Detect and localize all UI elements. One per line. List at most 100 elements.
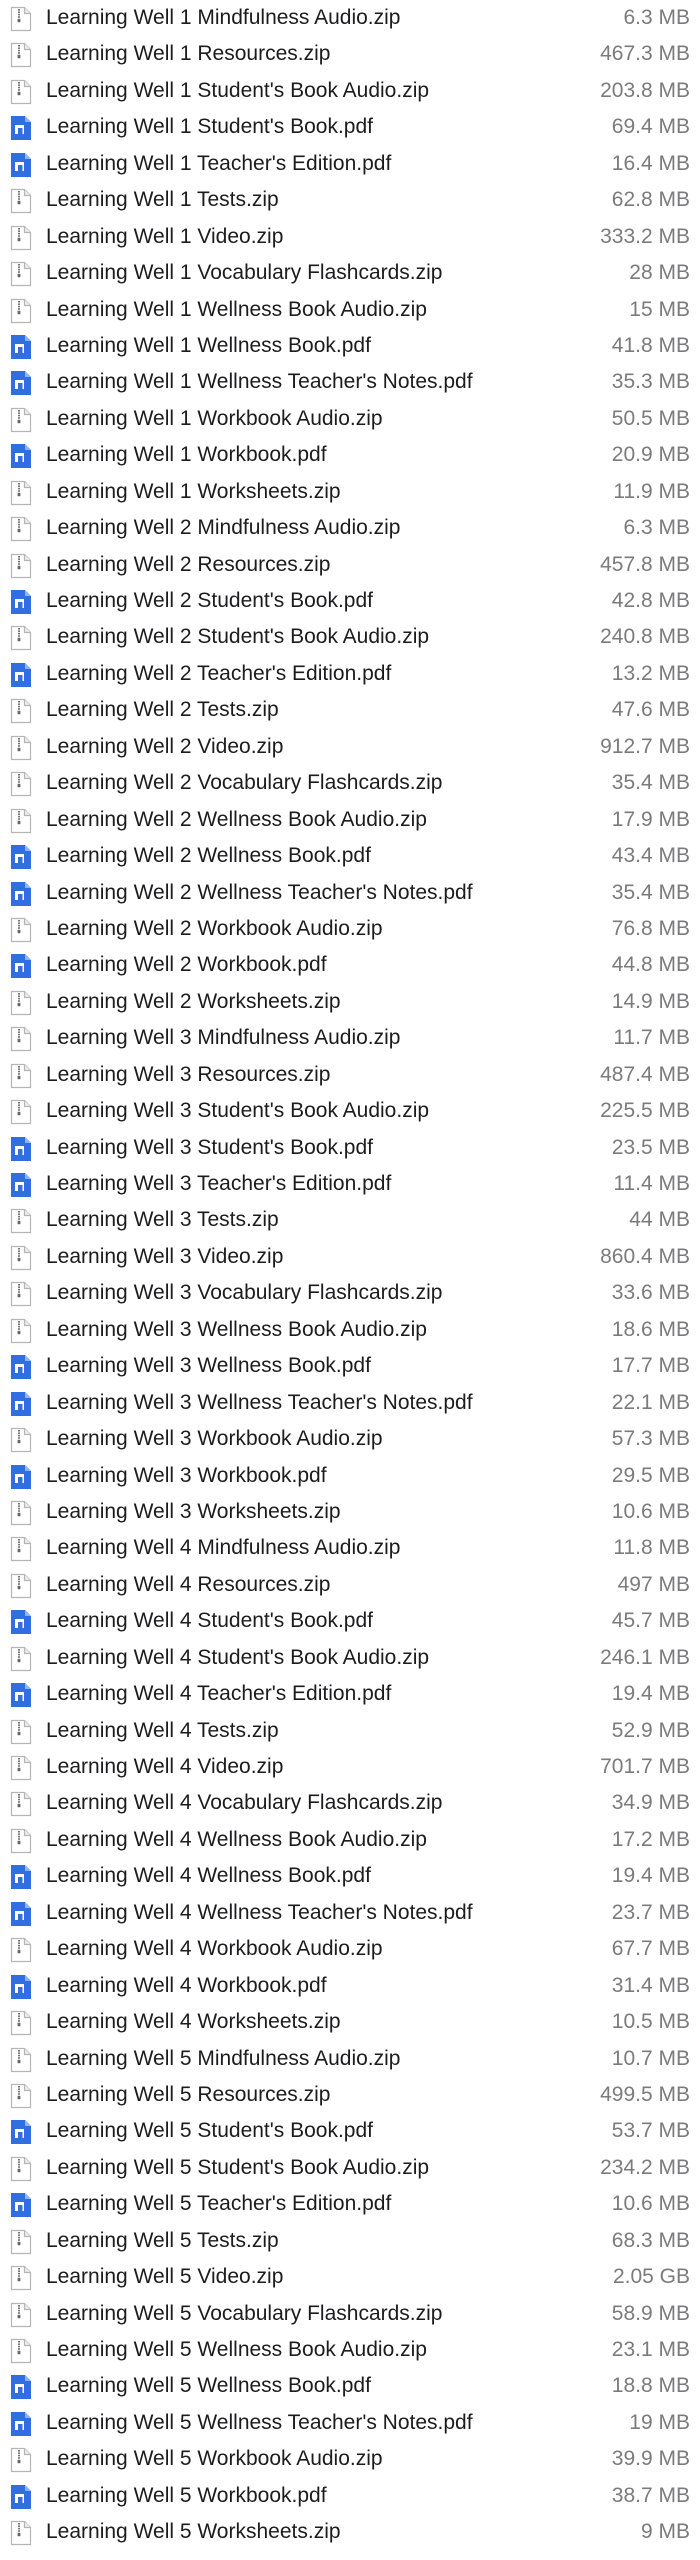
file-row[interactable]: Learning Well 2 Worksheets.zip 14.9 MB <box>0 984 700 1020</box>
file-size: 234.2 MB <box>600 2155 690 2179</box>
file-size: 35.3 MB <box>611 370 690 394</box>
file-size: 44 MB <box>629 1208 690 1232</box>
file-row[interactable]: Learning Well 3 Wellness Book Audio.zip 1… <box>0 1312 700 1348</box>
file-name: Learning Well 2 Tests.zip <box>46 698 279 722</box>
file-row[interactable]: Learning Well 2 Wellness Book Audio.zip 1… <box>0 802 700 838</box>
file-row[interactable]: Learning Well 4 Video.zip 701.7 MB <box>0 1749 700 1785</box>
file-row[interactable]: Learning Well 5 Student's Book.pdf 53.7 M… <box>0 2113 700 2149</box>
file-size: 28 MB <box>629 261 690 285</box>
file-row[interactable]: Learning Well 2 Wellness Teacher's Notes… <box>0 875 700 911</box>
zip-file-icon <box>10 990 32 1016</box>
file-row[interactable]: Learning Well 5 Wellness Teacher's Notes… <box>0 2405 700 2441</box>
file-name: Learning Well 2 Teacher's Edition.pdf <box>46 661 392 685</box>
file-row[interactable]: Learning Well 4 Wellness Book.pdf 19.4 MB <box>0 1858 700 1894</box>
file-row[interactable]: Learning Well 1 Tests.zip 62.8 MB <box>0 182 700 218</box>
file-row[interactable]: Learning Well 1 Wellness Book.pdf 41.8 MB <box>0 328 700 364</box>
file-row[interactable]: Learning Well 2 Student's Book.pdf 42.8 M… <box>0 583 700 619</box>
file-row[interactable]: Learning Well 2 Tests.zip 47.6 MB <box>0 692 700 728</box>
file-row[interactable]: Learning Well 5 Vocabulary Flashcards.zi… <box>0 2296 700 2332</box>
file-name: Learning Well 3 Student's Book Audio.zip <box>46 1099 430 1123</box>
file-row[interactable]: Learning Well 3 Wellness Book.pdf 17.7 MB <box>0 1348 700 1384</box>
file-row[interactable]: Learning Well 4 Teacher's Edition.pdf 19.… <box>0 1676 700 1712</box>
file-row[interactable]: Learning Well 5 Workbook.pdf 38.7 MB <box>0 2478 700 2514</box>
file-row[interactable]: Learning Well 1 Vocabulary Flashcards.zi… <box>0 255 700 291</box>
file-row[interactable]: Learning Well 4 Student's Book.pdf 45.7 M… <box>0 1603 700 1639</box>
file-name: Learning Well 4 Wellness Book.pdf <box>46 1864 371 1888</box>
zip-file-icon <box>10 1281 32 1307</box>
file-row[interactable]: Learning Well 5 Worksheets.zip 9 MB <box>0 2514 700 2550</box>
zip-file-icon <box>10 1791 32 1817</box>
file-size: 17.9 MB <box>611 807 690 831</box>
file-row[interactable]: Learning Well 3 Teacher's Edition.pdf 11.… <box>0 1166 700 1202</box>
zip-file-icon <box>10 79 32 105</box>
file-row[interactable]: Learning Well 1 Student's Book Audio.zip… <box>0 73 700 109</box>
file-row[interactable]: Learning Well 4 Worksheets.zip 10.5 MB <box>0 2004 700 2040</box>
file-row[interactable]: Learning Well 1 Resources.zip 467.3 MB <box>0 36 700 72</box>
file-size: 225.5 MB <box>600 1099 690 1123</box>
file-row[interactable]: Learning Well 2 Workbook.pdf 44.8 MB <box>0 947 700 983</box>
file-row[interactable]: Learning Well 5 Tests.zip 68.3 MB <box>0 2223 700 2259</box>
file-row[interactable]: Learning Well 4 Mindfulness Audio.zip 11.… <box>0 1530 700 1566</box>
file-row[interactable]: Learning Well 1 Video.zip 333.2 MB <box>0 219 700 255</box>
pdf-file-icon <box>10 1354 32 1380</box>
file-size: 57.3 MB <box>611 1427 690 1451</box>
file-row[interactable]: Learning Well 1 Worksheets.zip 11.9 MB <box>0 474 700 510</box>
file-size: 62.8 MB <box>611 188 690 212</box>
file-row[interactable]: Learning Well 3 Resources.zip 487.4 MB <box>0 1057 700 1093</box>
file-row[interactable]: Learning Well 3 Student's Book Audio.zip… <box>0 1093 700 1129</box>
file-row[interactable]: Learning Well 2 Vocabulary Flashcards.zi… <box>0 765 700 801</box>
file-row[interactable]: Learning Well 2 Workbook Audio.zip 76.8 M… <box>0 911 700 947</box>
file-name: Learning Well 1 Wellness Book.pdf <box>46 333 371 357</box>
file-row[interactable]: Learning Well 4 Workbook.pdf 31.4 MB <box>0 1968 700 2004</box>
file-row[interactable]: Learning Well 1 Wellness Book Audio.zip 1… <box>0 292 700 328</box>
file-row[interactable]: Learning Well 1 Teacher's Edition.pdf 16.… <box>0 146 700 182</box>
file-row[interactable]: Learning Well 3 Tests.zip 44 MB <box>0 1202 700 1238</box>
file-row[interactable]: Learning Well 1 Workbook.pdf 20.9 MB <box>0 437 700 473</box>
file-row[interactable]: Learning Well 5 Resources.zip 499.5 MB <box>0 2077 700 2113</box>
file-row[interactable]: Learning Well 1 Mindfulness Audio.zip 6.3… <box>0 0 700 36</box>
file-row[interactable]: Learning Well 2 Video.zip 912.7 MB <box>0 729 700 765</box>
file-row[interactable]: Learning Well 5 Video.zip 2.05 GB <box>0 2259 700 2295</box>
file-row[interactable]: Learning Well 2 Mindfulness Audio.zip 6.3… <box>0 510 700 546</box>
file-row[interactable]: Learning Well 5 Student's Book Audio.zip… <box>0 2150 700 2186</box>
file-row[interactable]: Learning Well 1 Student's Book.pdf 69.4 M… <box>0 109 700 145</box>
file-row[interactable]: Learning Well 2 Student's Book Audio.zip… <box>0 619 700 655</box>
file-row[interactable]: Learning Well 5 Wellness Book.pdf 18.8 MB <box>0 2368 700 2404</box>
file-row[interactable]: Learning Well 5 Mindfulness Audio.zip 10.… <box>0 2041 700 2077</box>
file-row[interactable]: Learning Well 4 Vocabulary Flashcards.zi… <box>0 1785 700 1821</box>
file-size: 11.8 MB <box>613 1536 690 1560</box>
file-size: 19 MB <box>629 2410 690 2434</box>
file-row[interactable]: Learning Well 3 Student's Book.pdf 23.5 M… <box>0 1130 700 1166</box>
file-name: Learning Well 5 Video.zip <box>46 2265 284 2289</box>
file-row[interactable]: Learning Well 4 Wellness Book Audio.zip 1… <box>0 1822 700 1858</box>
file-name: Learning Well 5 Worksheets.zip <box>46 2520 341 2544</box>
file-size: 31.4 MB <box>611 1973 690 1997</box>
file-row[interactable]: Learning Well 3 Mindfulness Audio.zip 11.… <box>0 1020 700 1056</box>
file-row[interactable]: Learning Well 1 Wellness Teacher's Notes… <box>0 364 700 400</box>
file-row[interactable]: Learning Well 4 Workbook Audio.zip 67.7 M… <box>0 1931 700 1967</box>
file-row[interactable]: Learning Well 4 Resources.zip 497 MB <box>0 1567 700 1603</box>
file-row[interactable]: Learning Well 3 Workbook Audio.zip 57.3 M… <box>0 1421 700 1457</box>
file-row[interactable]: Learning Well 3 Workbook.pdf 29.5 MB <box>0 1458 700 1494</box>
zip-file-icon <box>10 1536 32 1562</box>
zip-file-icon <box>10 1755 32 1781</box>
file-row[interactable]: Learning Well 2 Teacher's Edition.pdf 13.… <box>0 656 700 692</box>
file-row[interactable]: Learning Well 2 Wellness Book.pdf 43.4 MB <box>0 838 700 874</box>
file-row[interactable]: Learning Well 4 Wellness Teacher's Notes… <box>0 1895 700 1931</box>
file-size: 15 MB <box>629 297 690 321</box>
file-row[interactable]: Learning Well 5 Teacher's Edition.pdf 10.… <box>0 2186 700 2222</box>
file-row[interactable]: Learning Well 5 Workbook Audio.zip 39.9 M… <box>0 2441 700 2477</box>
file-size: 43.4 MB <box>611 844 690 868</box>
file-row[interactable]: Learning Well 3 Video.zip 860.4 MB <box>0 1239 700 1275</box>
file-row[interactable]: Learning Well 4 Student's Book Audio.zip… <box>0 1640 700 1676</box>
file-row[interactable]: Learning Well 3 Wellness Teacher's Notes… <box>0 1385 700 1421</box>
file-row[interactable]: Learning Well 5 Wellness Book Audio.zip 2… <box>0 2332 700 2368</box>
file-name: Learning Well 4 Wellness Teacher's Notes… <box>46 1900 473 1924</box>
file-row[interactable]: Learning Well 2 Resources.zip 457.8 MB <box>0 547 700 583</box>
file-row[interactable]: Learning Well 4 Tests.zip 52.9 MB <box>0 1713 700 1749</box>
file-row[interactable]: Learning Well 3 Worksheets.zip 10.6 MB <box>0 1494 700 1530</box>
file-row[interactable]: Learning Well 1 Workbook Audio.zip 50.5 M… <box>0 401 700 437</box>
file-row[interactable]: Learning Well 3 Vocabulary Flashcards.zi… <box>0 1275 700 1311</box>
file-name: Learning Well 2 Student's Book Audio.zip <box>46 625 430 649</box>
file-size: 497 MB <box>617 1572 690 1596</box>
